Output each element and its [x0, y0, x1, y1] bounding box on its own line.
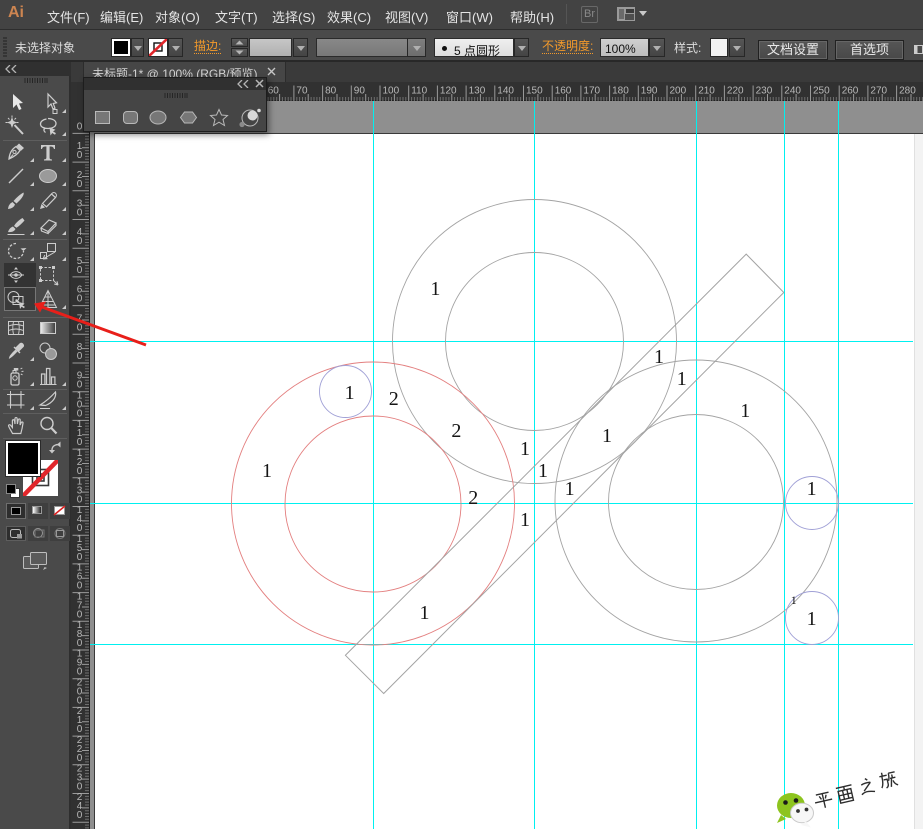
svg-text:220: 220: [727, 86, 744, 97]
svg-text:1: 1: [430, 278, 440, 300]
svg-text:0: 0: [77, 753, 83, 764]
svg-text:190: 190: [641, 86, 658, 97]
svg-text:1: 1: [677, 368, 687, 390]
svg-text:0: 0: [77, 408, 83, 419]
svg-text:170: 170: [583, 86, 600, 97]
svg-text:1: 1: [262, 460, 272, 482]
svg-text:0: 0: [77, 667, 83, 678]
svg-text:1: 1: [654, 346, 664, 368]
svg-text:80: 80: [325, 86, 337, 97]
svg-text:100: 100: [383, 86, 400, 97]
svg-text:90: 90: [354, 86, 366, 97]
svg-text:240: 240: [784, 86, 801, 97]
svg-text:2: 2: [451, 420, 461, 442]
svg-text:0: 0: [77, 150, 83, 161]
svg-text:0: 0: [77, 208, 83, 219]
svg-text:0: 0: [77, 810, 83, 821]
svg-text:0: 0: [77, 466, 83, 477]
svg-text:70: 70: [296, 86, 308, 97]
svg-text:200: 200: [670, 86, 687, 97]
svg-text:180: 180: [612, 86, 629, 97]
svg-text:1: 1: [740, 400, 750, 422]
svg-text:0: 0: [77, 581, 83, 592]
svg-text:280: 280: [899, 86, 916, 97]
svg-text:250: 250: [813, 86, 830, 97]
svg-text:1: 1: [602, 425, 612, 447]
svg-text:1: 1: [565, 478, 575, 500]
svg-text:230: 230: [756, 86, 773, 97]
svg-text:0: 0: [77, 523, 83, 534]
svg-text:2: 2: [389, 388, 399, 410]
svg-text:1: 1: [520, 509, 530, 531]
svg-text:130: 130: [469, 86, 486, 97]
svg-text:0: 0: [77, 121, 83, 132]
svg-text:160: 160: [555, 86, 572, 97]
svg-text:0: 0: [77, 179, 83, 190]
svg-text:210: 210: [698, 86, 715, 97]
svg-text:1: 1: [345, 382, 355, 404]
svg-text:0: 0: [77, 782, 83, 793]
svg-text:1: 1: [538, 460, 548, 482]
svg-text:0: 0: [77, 724, 83, 735]
svg-text:1: 1: [807, 478, 817, 500]
svg-text:0: 0: [77, 495, 83, 506]
svg-text:120: 120: [440, 86, 457, 97]
svg-text:60: 60: [268, 86, 280, 97]
svg-text:0: 0: [77, 265, 83, 276]
svg-text:270: 270: [870, 86, 887, 97]
svg-text:150: 150: [526, 86, 543, 97]
svg-text:140: 140: [497, 86, 514, 97]
svg-text:2: 2: [468, 487, 478, 509]
svg-text:0: 0: [77, 380, 83, 391]
svg-text:0: 0: [77, 638, 83, 649]
svg-text:1: 1: [520, 438, 530, 460]
svg-text:0: 0: [77, 609, 83, 620]
svg-text:0: 0: [77, 236, 83, 247]
svg-text:1: 1: [807, 608, 817, 630]
svg-text:1: 1: [791, 593, 797, 607]
svg-text:0: 0: [77, 437, 83, 448]
svg-text:0: 0: [77, 552, 83, 563]
svg-text:260: 260: [842, 86, 859, 97]
svg-text:1: 1: [420, 602, 430, 624]
svg-text:110: 110: [411, 86, 427, 97]
svg-text:0: 0: [77, 695, 83, 706]
